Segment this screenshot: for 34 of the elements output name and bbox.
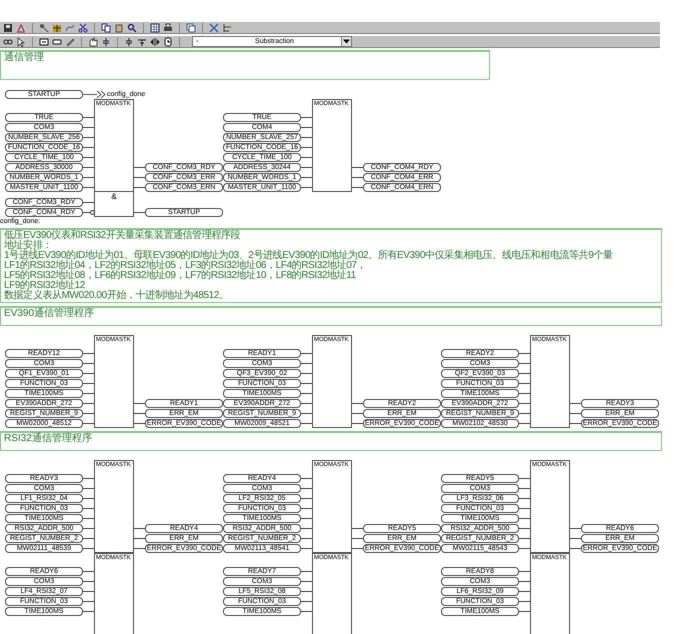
pointer-icon[interactable]	[16, 36, 26, 46]
and-symbol: &	[111, 192, 117, 201]
cross-icon[interactable]	[209, 22, 219, 32]
comment-text: EV390通信管理程序	[4, 309, 94, 319]
window-icon[interactable]	[186, 22, 196, 32]
jump-arrow-icon	[83, 90, 107, 98]
scissors-icon[interactable]	[78, 22, 88, 32]
block-icon[interactable]	[39, 36, 49, 46]
branch-icon[interactable]	[137, 36, 147, 46]
pencil-icon[interactable]	[65, 36, 75, 46]
copy-icon[interactable]	[101, 22, 111, 32]
comment-text: 1号进线EV390的ID地址为01、母联EV390的ID地址为03、2号进线EV390的ID地址为02。所有EV390中仅采集相电压、线电压和相电流等共9个量	[4, 251, 613, 261]
tree-icon[interactable]	[222, 22, 232, 32]
curve-icon[interactable]	[65, 22, 75, 32]
link-icon[interactable]	[3, 36, 13, 46]
comment-text: RSI32通信管理程序	[4, 434, 92, 444]
contact-icon[interactable]	[124, 36, 134, 46]
comment-text: LF1的RSI32地址04，LF2的RSI32地址05，LF3的RSI32地址06，LF4的RSI32地址07，	[4, 261, 366, 271]
table-icon[interactable]	[150, 22, 160, 32]
search-icon[interactable]	[127, 22, 137, 32]
contact-icon[interactable]	[101, 36, 111, 46]
comment-text: LF5的RSI32地址08，LF6的RSI32地址09，LF7的RSI32地址10，LF8的RSI32地址11	[4, 271, 356, 281]
comment-text: LF9的RSI32地址12	[4, 281, 85, 291]
comment-text: 地址安排：	[4, 241, 52, 251]
frame-icon[interactable]	[52, 36, 62, 46]
comment-text: 数据定义表从MW020.00开始，十进制地址为48512。	[4, 291, 229, 301]
comment-text: 通信管理	[4, 53, 44, 63]
paste-icon[interactable]	[114, 22, 124, 32]
grid-icon[interactable]	[52, 22, 62, 32]
clock-icon[interactable]	[163, 36, 173, 46]
caret-icon[interactable]	[341, 37, 351, 46]
split-icon[interactable]	[150, 36, 160, 46]
comment-text: 低压EV390仪表和RSI32开关量采集装置通信管理程序段	[4, 231, 240, 241]
printer-icon[interactable]	[163, 22, 173, 32]
